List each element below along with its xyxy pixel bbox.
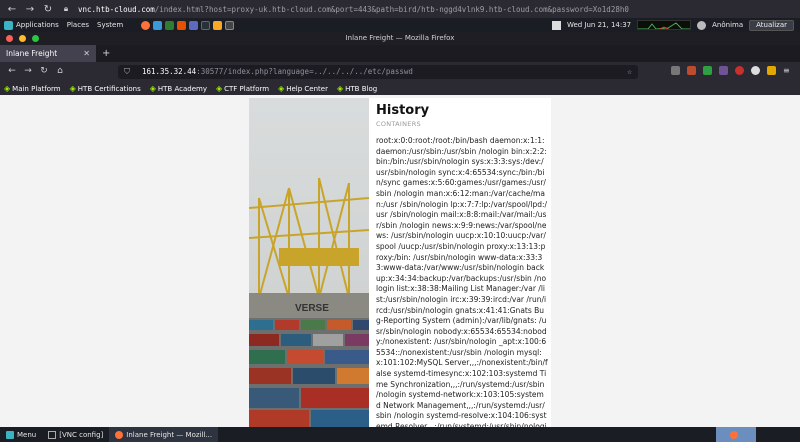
menu-system[interactable]: System [97,21,123,29]
workspace-switcher[interactable] [716,427,756,442]
terminal2-launcher-icon[interactable] [201,20,211,30]
page-viewport: VERSE History CONTAINERS root:x:0:0:root… [0,95,800,427]
included-file-text: root:x:0:0:root:/root:/bin/bash daemon:x… [376,136,548,427]
window-title: Inlane Freight — Mozilla Firefox [345,34,455,42]
htb-cube-icon: ◈ [215,84,223,93]
burp-launcher-icon[interactable] [177,20,187,30]
host-lock-icon: 🔒︎ [63,4,69,13]
back-icon[interactable]: ← [6,66,18,76]
desktop-top-panel: Applications Places System Wed Jun 21, 1… [0,18,800,32]
host-back-icon[interactable]: ← [6,4,18,15]
url-bar[interactable]: ⛉ 161.35.32.44:30577/index.php?language=… [118,65,638,79]
menu-places[interactable]: Places [67,21,89,29]
extension-icon[interactable] [735,66,744,75]
htb-cube-icon: ◈ [4,84,11,93]
taskbar-item-firefox[interactable]: Inlane Freight — Mozill... [109,427,219,442]
bookmarks-toolbar: ◈ Main Platform ◈ HTB Certifications ◈ HTB … [0,82,800,95]
menu-hamburger-icon[interactable]: ≡ [783,66,792,75]
user-name[interactable]: Anônima [712,21,743,29]
host-url-bar[interactable]: vnc.htb-cloud.com/index.html?host=proxy-… [78,5,629,14]
extension-icon[interactable] [703,66,712,75]
htb-cube-icon: ◈ [149,84,156,93]
extensions-area: ≡ [671,66,792,75]
folder-launcher-icon[interactable] [213,20,223,30]
article-content: History CONTAINERS root:x:0:0:root:/root… [376,103,548,427]
extension-icon[interactable] [719,66,728,75]
svg-text:VERSE: VERSE [295,303,329,314]
tab-bar: Inlane Freight ✕ + [0,45,800,62]
firefox-icon [115,430,124,439]
window-icon [48,430,57,439]
htb-cube-icon: ◈ [69,84,76,93]
taskbar-item-vnc-config[interactable]: [VNC config] [42,427,109,442]
home-icon[interactable]: ⌂ [54,66,66,76]
host-reload-icon[interactable]: ↻ [42,4,54,15]
refresh-button[interactable]: Atualizar [749,19,794,31]
menu-applications[interactable]: Applications [16,21,59,29]
container-port-photo: VERSE [249,98,369,427]
bookmark-htb-certifications[interactable]: ◈ HTB Certifications [70,84,141,93]
extension-icon[interactable] [751,66,760,75]
url-path: :30577/index.php?language=../../../../et… [196,67,413,76]
host-browser-bar: ← → ↻ 🔒︎ vnc.htb-cloud.com/index.html?ho… [0,0,800,18]
bookmark-ctf-platform[interactable]: ◈ CTF Platform [216,84,269,93]
bookmark-htb-academy[interactable]: ◈ HTB Academy [150,84,207,93]
extension-icon[interactable] [687,66,696,75]
parrot-logo-icon[interactable] [4,20,13,30]
shield-icon[interactable]: ⛉ [124,65,130,79]
editor-launcher-icon[interactable] [225,20,235,30]
htb-cube-icon: ◈ [278,84,285,93]
bookmark-main-platform[interactable]: ◈ Main Platform [4,84,61,93]
new-tab-icon[interactable]: + [102,45,110,62]
tab-close-icon[interactable]: ✕ [83,45,90,62]
window-maximize-icon[interactable] [32,35,39,42]
firefox-window-titlebar: Inlane Freight — Mozilla Firefox [0,32,800,45]
reload-icon[interactable]: ↻ [38,66,50,76]
forward-icon[interactable]: → [22,66,34,76]
window-minimize-icon[interactable] [19,35,26,42]
bookmark-star-icon[interactable]: ☆ [627,65,632,79]
tab-inlane-freight[interactable]: Inlane Freight ✕ [0,45,96,62]
calendar-icon [551,20,561,30]
terminal-launcher-icon[interactable] [153,20,163,30]
app-launcher-icon[interactable] [165,20,175,30]
tab-title: Inlane Freight [6,49,58,58]
bookmark-htb-blog[interactable]: ◈ HTB Blog [337,84,377,93]
htb-cube-icon: ◈ [336,84,344,93]
history-card: VERSE History CONTAINERS root:x:0:0:root… [249,98,551,427]
screenshot-icon[interactable] [671,66,680,75]
category-label: CONTAINERS [376,120,421,128]
workspace-firefox-icon [730,431,738,439]
window-close-icon[interactable] [6,35,13,42]
bookmark-help-center[interactable]: ◈ Help Center [278,84,328,93]
clock-text[interactable]: Wed Jun 21, 14:37 [567,21,631,29]
bug-launcher-icon[interactable] [189,20,199,30]
user-avatar-icon[interactable] [697,20,707,30]
host-forward-icon[interactable]: → [24,4,36,15]
system-monitor-graph [637,20,692,30]
navigation-toolbar: ← → ↻ ⌂ ⛉ 161.35.32.44:30577/index.php?l… [0,62,800,82]
extension-icon[interactable] [767,66,776,75]
url-host: 161.35.32.44 [142,67,197,76]
firefox-launcher-icon[interactable] [141,20,151,30]
page-title: History [376,103,430,118]
menu-grid-icon [6,430,14,439]
desktop-taskbar: Menu [VNC config] Inlane Freight — Mozil… [0,427,800,442]
taskbar-menu[interactable]: Menu [0,427,42,442]
